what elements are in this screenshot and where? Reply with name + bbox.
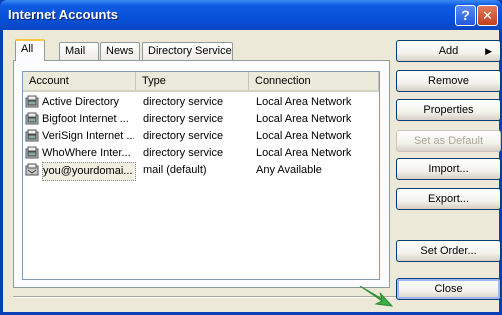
tab-all[interactable]: All (15, 39, 45, 61)
tab-news[interactable]: News (100, 42, 140, 60)
account-name: VeriSign Internet ... (42, 130, 134, 142)
add-button[interactable]: Add ▶ (396, 40, 501, 62)
directory-service-icon (25, 129, 39, 142)
account-connection: Local Area Network (256, 96, 352, 108)
account-type: mail (default) (143, 164, 207, 176)
tab-directory-service[interactable]: Directory Service (142, 42, 233, 60)
account-name: you@yourdomai... (42, 162, 136, 181)
directory-service-icon (25, 112, 39, 125)
help-button[interactable]: ? (455, 5, 476, 26)
account-connection: Any Available (256, 164, 322, 176)
export-button[interactable]: Export... (396, 188, 501, 210)
column-header-connection[interactable]: Connection (249, 72, 379, 90)
account-name: WhoWhere Inter... (42, 147, 131, 159)
import-button[interactable]: Import... (396, 158, 501, 180)
add-button-label: Add (438, 45, 459, 57)
submenu-arrow-icon: ▶ (485, 46, 492, 56)
pointer-arrow-icon (359, 285, 394, 307)
table-row[interactable]: Bigfoot Internet ... directory service L… (23, 111, 379, 128)
table-row-selected[interactable]: you@yourdomai... mail (default) Any Avai… (23, 162, 379, 181)
column-header-type[interactable]: Type (136, 72, 249, 90)
internet-accounts-window: Internet Accounts ? ✕ All Mail News Dire… (0, 0, 502, 315)
set-as-default-button[interactable]: Set as Default (396, 130, 501, 152)
account-name: Bigfoot Internet ... (42, 113, 129, 125)
mail-account-icon (25, 163, 39, 176)
close-button[interactable]: Close (396, 278, 501, 300)
account-connection: Local Area Network (256, 130, 352, 142)
table-row[interactable]: Active Directory directory service Local… (23, 94, 379, 111)
tab-panel: Account Type Connection Active Directory… (13, 60, 390, 288)
window-title: Internet Accounts (8, 7, 119, 22)
properties-button[interactable]: Properties (396, 99, 501, 121)
account-type: directory service (143, 96, 224, 108)
account-name: Active Directory (42, 96, 120, 108)
remove-button[interactable]: Remove (396, 70, 501, 92)
tab-mail[interactable]: Mail (59, 42, 99, 60)
list-header: Account Type Connection (23, 72, 379, 92)
directory-service-icon (25, 146, 39, 159)
accounts-list[interactable]: Account Type Connection Active Directory… (22, 71, 380, 280)
table-row[interactable]: WhoWhere Inter... directory service Loca… (23, 145, 379, 162)
dialog-client-area: All Mail News Directory Service Account … (3, 30, 501, 312)
account-type: directory service (143, 113, 224, 125)
close-window-button[interactable]: ✕ (477, 5, 498, 26)
set-order-button[interactable]: Set Order... (396, 240, 501, 262)
account-type: directory service (143, 147, 224, 159)
title-bar[interactable]: Internet Accounts ? ✕ (0, 0, 502, 30)
account-connection: Local Area Network (256, 147, 352, 159)
account-connection: Local Area Network (256, 113, 352, 125)
account-type: directory service (143, 130, 224, 142)
directory-service-icon (25, 95, 39, 108)
table-row[interactable]: VeriSign Internet ... directory service … (23, 128, 379, 145)
column-header-account[interactable]: Account (23, 72, 136, 90)
